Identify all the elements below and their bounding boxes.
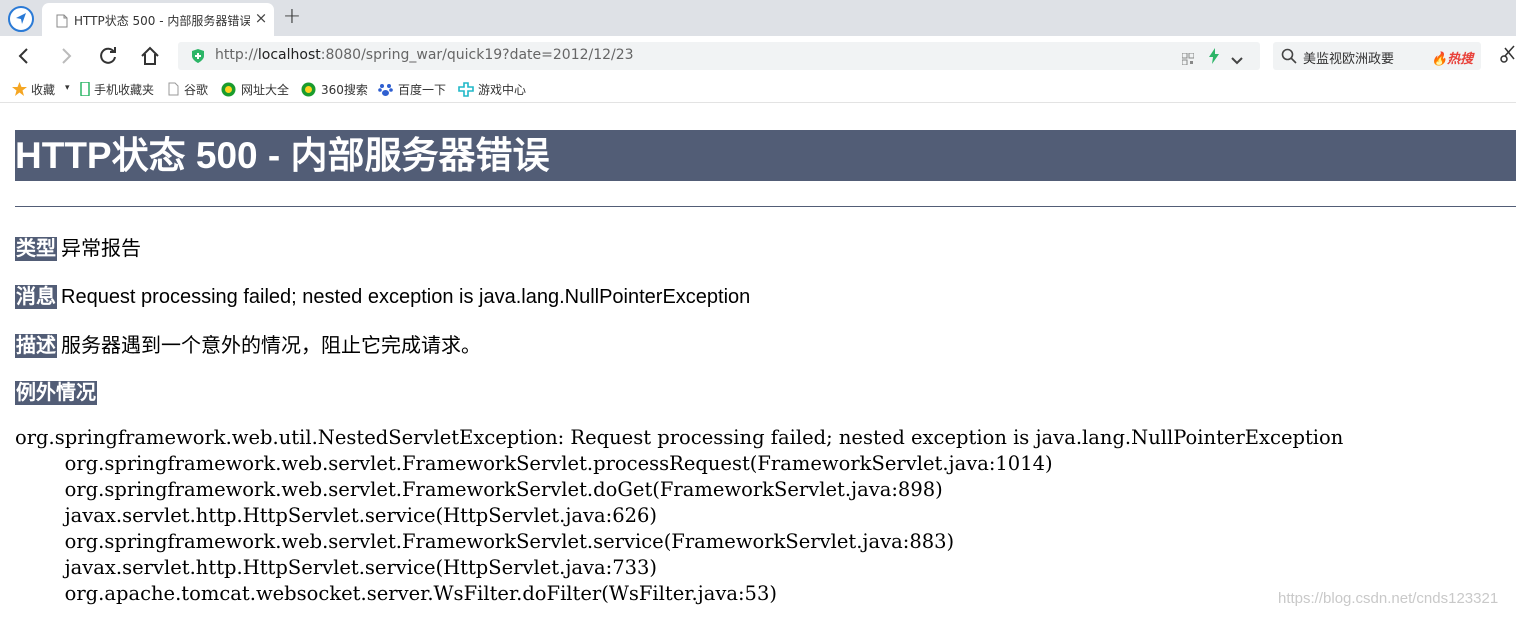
watermark: https://blog.csdn.net/cnds123321 [1278,590,1499,607]
stack-trace: org.springframework.web.util.NestedServl… [15,425,1343,607]
bookmark-google[interactable]: 谷歌 [168,81,218,97]
search-suggestion[interactable]: 美监视欧洲政要 [1303,48,1394,67]
reload-icon [100,47,116,64]
exception-row: 例外情况 [15,376,97,405]
bookmark-game-center[interactable]: 游戏中心 [458,81,530,97]
bookmark-label: 谷歌 [184,83,209,97]
message-row: 消息 Request processing failed; nested exce… [15,280,750,309]
security-shield-icon[interactable] [190,48,206,68]
message-label: 消息 [15,285,57,309]
divider [15,206,1516,207]
stack-trace-line: javax.servlet.http.HttpServlet.service(H… [15,504,658,527]
dropdown-caret-icon[interactable]: ▾ [65,83,70,93]
description-value: 服务器遇到一个意外的情况，阻止它完成请求。 [61,335,481,357]
type-value: 异常报告 [61,238,141,260]
address-bar[interactable]: http://localhost:8080/spring_war/quick19… [178,42,1260,70]
bookmark-url-directory[interactable]: 网址大全 [221,81,293,97]
stack-trace-line: javax.servlet.http.HttpServlet.service(H… [15,556,658,579]
baidu-paw-icon [378,84,393,96]
url-scheme: http:// [215,47,258,63]
hot-search-badge[interactable]: 🔥热搜 [1431,48,1473,67]
url-path: :8080/spring_war/quick19?date=2012/12/23 [320,47,634,63]
home-button[interactable] [138,44,162,68]
stack-trace-line: org.springframework.web.servlet.Framewor… [15,530,955,553]
back-arrow-icon [18,48,28,64]
stack-trace-line: org.apache.tomcat.websocket.server.WsFil… [15,582,777,605]
bookmark-label: 网址大全 [241,83,290,97]
bookmark-baidu[interactable]: 百度一下 [378,81,450,97]
chevron-down-icon[interactable] [1230,51,1244,70]
star-icon [12,82,27,96]
type-label: 类型 [15,237,57,261]
bookmark-label: 游戏中心 [478,83,527,97]
reload-button[interactable] [96,44,120,68]
game-icon [458,82,474,97]
new-tab-button[interactable]: + [281,6,303,28]
navigation-bar: http://localhost:8080/spring_war/quick19… [0,36,1516,74]
bookmark-favorites[interactable]: 收藏 ▾ [12,81,78,97]
exception-label: 例外情况 [15,381,97,405]
type-row: 类型 异常报告 [15,232,141,261]
tab-active[interactable]: HTTP状态 500 - 内部服务器错误 × [42,3,274,36]
description-label: 描述 [15,334,57,358]
url-text[interactable]: http://localhost:8080/spring_war/quick19… [215,47,634,63]
qr-code-icon[interactable] [1181,50,1195,69]
description-row: 描述 服务器遇到一个意外的情况，阻止它完成请求。 [15,329,481,358]
page-icon [56,13,68,32]
bookmark-mobile-favorites[interactable]: 手机收藏夹 [80,81,160,97]
search-icon [1281,48,1297,68]
bookmark-360-search[interactable]: 360搜索 [301,81,371,97]
360-icon [301,82,316,97]
home-icon [141,46,159,65]
page-title: HTTP状态 500 - 内部服务器错误 [15,130,1516,181]
bookmark-label: 360搜索 [321,83,368,97]
back-button[interactable] [12,44,36,68]
search-box[interactable]: 美监视欧洲政要 🔥热搜 [1273,42,1481,70]
bookmark-label: 百度一下 [398,83,447,97]
speed-mode-icon[interactable] [1208,48,1220,68]
tab-close-icon[interactable]: × [252,9,270,27]
360-icon [221,82,236,97]
url-host: localhost [257,47,321,63]
bookmark-label: 手机收藏夹 [94,83,155,97]
stack-trace-line: org.springframework.web.servlet.Framewor… [15,478,943,501]
tab-title: HTTP状态 500 - 内部服务器错误 [74,14,250,28]
forward-arrow-icon [62,48,72,64]
browser-logo-icon[interactable] [8,6,34,32]
scissors-icon[interactable] [1500,45,1516,67]
bookmarks-bar: 收藏 ▾ 手机收藏夹 谷歌 网址大全 360搜索 百度一下 游戏中心 [0,74,1516,103]
stack-trace-line: org.springframework.web.util.NestedServl… [15,426,1344,449]
doc-icon [168,82,179,96]
forward-button[interactable] [54,44,78,68]
bookmark-label: 收藏 [31,83,56,97]
stack-trace-line: org.springframework.web.servlet.Framewor… [15,452,1053,475]
tab-strip: HTTP状态 500 - 内部服务器错误 × + [0,0,1516,36]
message-value: Request processing failed; nested except… [61,286,751,308]
phone-icon [80,82,90,96]
